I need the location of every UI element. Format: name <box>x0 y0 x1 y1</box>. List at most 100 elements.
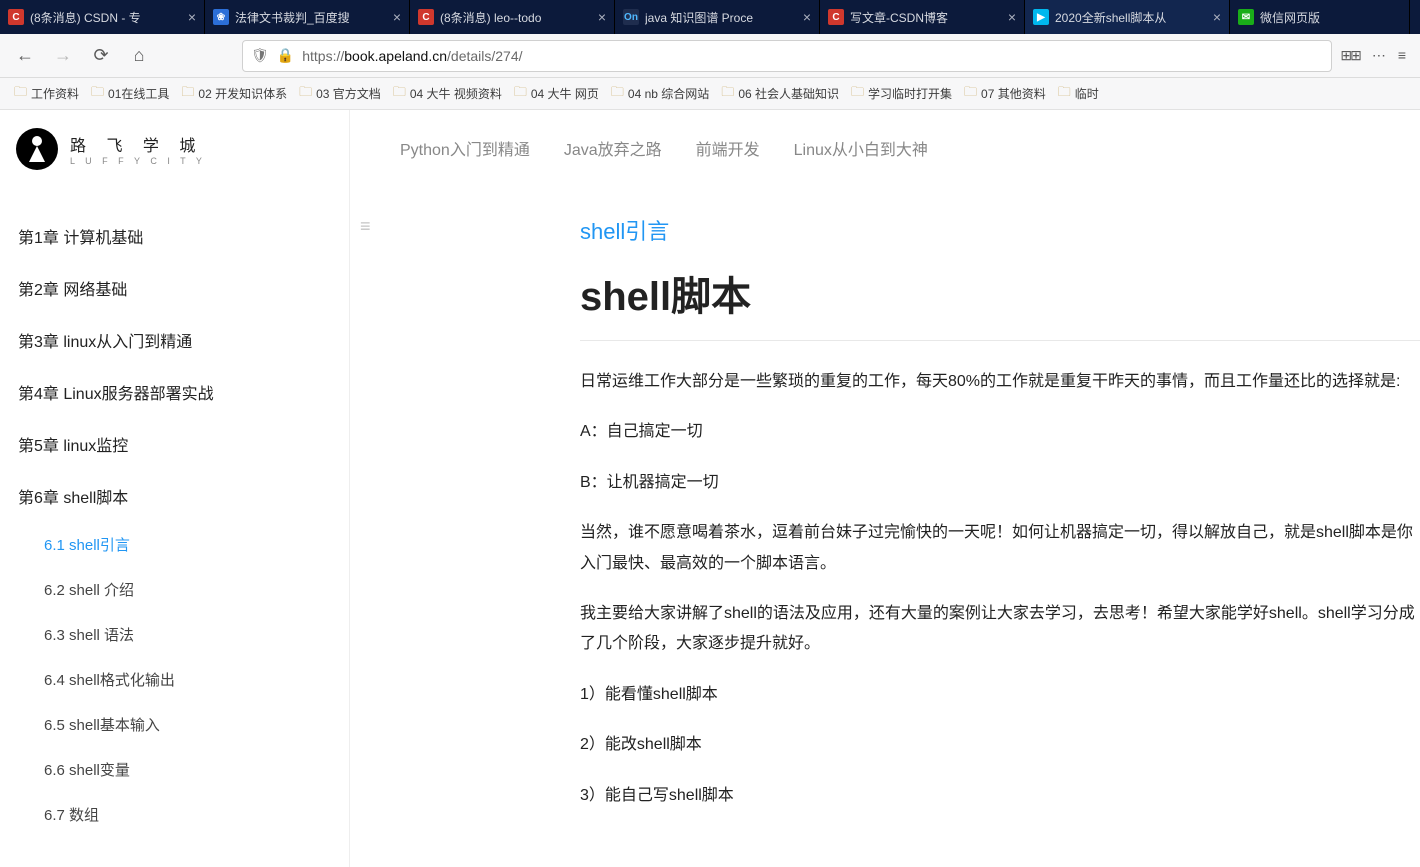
folder-icon: 🗀 <box>299 83 312 105</box>
tab-title: (8条消息) leo--todo <box>440 9 592 26</box>
bookmark-folder[interactable]: 🗀06 社会人基础知识 <box>721 83 839 105</box>
sidebar-subitem[interactable]: 6.3 shell 语法 <box>0 612 350 657</box>
more-icon[interactable]: ⋯ <box>1372 47 1386 64</box>
tab-title: 写文章-CSDN博客 <box>850 9 1002 26</box>
bookmark-folder[interactable]: 🗀03 官方文档 <box>299 83 381 105</box>
folder-icon: 🗀 <box>964 83 977 105</box>
bookmarks-bar: 🗀工作资料 🗀01在线工具 🗀02 开发知识体系 🗀03 官方文档 🗀04 大牛… <box>0 78 1420 110</box>
close-icon[interactable]: × <box>393 9 401 25</box>
site-logo[interactable]: 路 飞 学 城 L U F F Y C I T Y <box>0 110 350 180</box>
folder-icon: 🗀 <box>1058 83 1071 105</box>
page-content: 路 飞 学 城 L U F F Y C I T Y 第1章 计算机基础 第2章 … <box>0 110 1420 867</box>
sidebar-subitem[interactable]: 6.7 数组 <box>0 792 350 837</box>
sidebar[interactable]: 路 飞 学 城 L U F F Y C I T Y 第1章 计算机基础 第2章 … <box>0 110 350 867</box>
browser-tab[interactable]: ❀ 法律文书裁判_百度搜 × <box>205 0 410 34</box>
sidebar-subitem[interactable]: 6.6 shell变量 <box>0 747 350 792</box>
paragraph: 当然，谁不愿意喝着茶水，逗着前台妹子过完愉快的一天呢！如何让机器搞定一切，得以解… <box>580 518 1420 579</box>
favicon-bilibili-icon: ▶ <box>1033 9 1049 25</box>
bookmark-folder[interactable]: 🗀工作资料 <box>14 83 79 105</box>
forward-button[interactable]: → <box>48 41 78 71</box>
address-bar[interactable]: 🛡 🔒 https://book.apeland.cn/details/274/ <box>242 40 1332 72</box>
breadcrumb[interactable]: shell引言 <box>580 214 1420 246</box>
topnav-link[interactable]: Python入门到精通 <box>400 136 530 160</box>
paragraph: 日常运维工作大部分是一些繁琐的重复的工作，每天80%的工作就是重复干昨天的事情，… <box>580 367 1420 397</box>
tab-title: 2020全新shell脚本从 <box>1055 9 1207 26</box>
page-title: shell脚本 <box>580 264 1420 322</box>
bookmark-folder[interactable]: 🗀02 开发知识体系 <box>181 83 287 105</box>
folder-icon: 🗀 <box>514 83 527 105</box>
divider <box>580 340 1420 341</box>
browser-tab[interactable]: C写文章-CSDN博客× <box>820 0 1025 34</box>
top-nav: Python入门到精通 Java放弃之路 前端开发 Linux从小白到大神 <box>350 110 1420 174</box>
url-text: https://book.apeland.cn/details/274/ <box>302 48 522 64</box>
topnav-link[interactable]: Linux从小白到大神 <box>794 136 928 160</box>
paragraph: 1）能看懂shell脚本 <box>580 680 1420 710</box>
home-button[interactable]: ⌂ <box>124 41 154 71</box>
lock-warning-icon[interactable]: 🔒 <box>277 47 294 64</box>
folder-icon: 🗀 <box>721 83 734 105</box>
bookmark-folder[interactable]: 🗀01在线工具 <box>91 83 169 105</box>
sidebar-chapter[interactable]: 第3章 linux从入门到精通 <box>0 314 350 366</box>
favicon-baidu-icon: ❀ <box>213 9 229 25</box>
bookmark-folder[interactable]: 🗀04 nb 综合网站 <box>611 83 709 105</box>
folder-icon: 🗀 <box>181 83 194 105</box>
tab-title: java 知识图谱 Proce <box>645 9 797 26</box>
folder-icon: 🗀 <box>14 83 27 105</box>
toolbar-right: ⊞⊞ ⋯ ≡ <box>1340 47 1410 64</box>
logo-icon <box>16 128 58 170</box>
sidebar-chapter[interactable]: 第1章 计算机基础 <box>0 210 350 262</box>
article: shell引言 shell脚本 日常运维工作大部分是一些繁琐的重复的工作，每天8… <box>350 174 1420 811</box>
folder-icon: 🗀 <box>393 83 406 105</box>
sidebar-chapter[interactable]: 第4章 Linux服务器部署实战 <box>0 366 350 418</box>
reload-button[interactable]: ⟳ <box>86 41 116 71</box>
folder-icon: 🗀 <box>851 83 864 105</box>
favicon-wechat-icon: ✉ <box>1238 9 1254 25</box>
favicon-on-icon: On <box>623 9 639 25</box>
paragraph: A：自己搞定一切 <box>580 417 1420 447</box>
sidebar-subitem[interactable]: 6.4 shell格式化输出 <box>0 657 350 702</box>
favicon-csdn-icon: C <box>8 9 24 25</box>
browser-toolbar: ← → ⟳ ⌂ 🛡 🔒 https://book.apeland.cn/deta… <box>0 34 1420 78</box>
browser-tab[interactable]: ▶ 2020全新shell脚本从 × <box>1025 0 1230 34</box>
sidebar-chapter[interactable]: 第5章 linux监控 <box>0 418 350 470</box>
sidebar-chapter[interactable]: 第6章 shell脚本 <box>0 470 350 522</box>
main-area: Python入门到精通 Java放弃之路 前端开发 Linux从小白到大神 ≡ … <box>350 110 1420 867</box>
logo-subtitle: L U F F Y C I T Y <box>70 156 206 166</box>
sidebar-subitem[interactable]: 6.5 shell基本输入 <box>0 702 350 747</box>
shield-icon[interactable]: 🛡 <box>251 47 269 64</box>
back-button[interactable]: ← <box>10 41 40 71</box>
bookmark-folder[interactable]: 🗀07 其他资料 <box>964 83 1046 105</box>
close-icon[interactable]: × <box>598 9 606 25</box>
paragraph: 2）能改shell脚本 <box>580 730 1420 760</box>
favicon-csdn-icon: C <box>418 9 434 25</box>
close-icon[interactable]: × <box>1213 9 1221 25</box>
tab-title: (8条消息) CSDN - 专 <box>30 9 182 26</box>
browser-tabstrip: C (8条消息) CSDN - 专 × ❀ 法律文书裁判_百度搜 × C (8条消息) l… <box>0 0 1420 34</box>
sidebar-chapter[interactable]: 第2章 网络基础 <box>0 262 350 314</box>
folder-icon: 🗀 <box>611 83 624 105</box>
bookmark-folder[interactable]: 🗀临时 <box>1058 83 1099 105</box>
hamburger-icon[interactable]: ≡ <box>360 216 371 237</box>
close-icon[interactable]: × <box>188 9 196 25</box>
tab-title: 法律文书裁判_百度搜 <box>235 9 387 26</box>
bookmark-folder[interactable]: 🗀04 大牛 网页 <box>514 83 599 105</box>
paragraph: B：让机器搞定一切 <box>580 468 1420 498</box>
sidebar-subitem[interactable]: 6.2 shell 介绍 <box>0 567 350 612</box>
browser-tab[interactable]: C (8条消息) leo--todo × <box>410 0 615 34</box>
browser-tab[interactable]: ✉ 微信网页版 <box>1230 0 1410 34</box>
paragraph: 3）能自己写shell脚本 <box>580 781 1420 811</box>
paragraph: 我主要给大家讲解了shell的语法及应用，还有大量的案例让大家去学习，去思考！希… <box>580 599 1420 660</box>
folder-icon: 🗀 <box>91 83 104 105</box>
browser-tab[interactable]: C (8条消息) CSDN - 专 × <box>0 0 205 34</box>
sidebar-subitem-active[interactable]: 6.1 shell引言 <box>0 522 350 567</box>
bookmark-folder[interactable]: 🗀04 大牛 视频资料 <box>393 83 502 105</box>
qr-icon[interactable]: ⊞⊞ <box>1340 47 1359 64</box>
tab-title: 微信网页版 <box>1260 9 1401 26</box>
browser-tab[interactable]: On java 知识图谱 Proce × <box>615 0 820 34</box>
menu-icon[interactable]: ≡ <box>1398 47 1406 64</box>
topnav-link[interactable]: 前端开发 <box>696 136 760 160</box>
close-icon[interactable]: × <box>803 9 811 25</box>
bookmark-folder[interactable]: 🗀学习临时打开集 <box>851 83 952 105</box>
close-icon[interactable]: × <box>1008 9 1016 25</box>
topnav-link[interactable]: Java放弃之路 <box>564 136 662 160</box>
